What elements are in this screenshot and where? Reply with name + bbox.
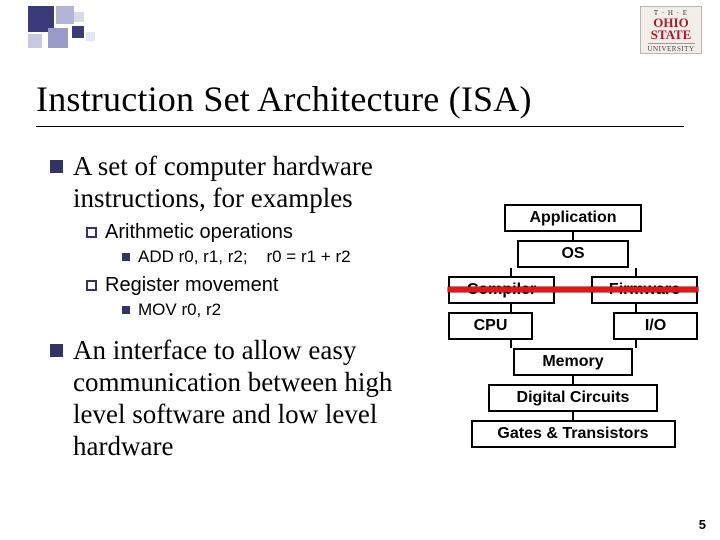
ohio-state-logo: T · H · E OHIO STATE UNIVERSITY	[640, 6, 702, 54]
layer-diagram: Application OS Compiler Firmware CPU I/O…	[448, 204, 698, 448]
corner-decoration	[28, 6, 148, 48]
small-square-bullet-icon	[122, 253, 130, 261]
square-bullet-icon	[50, 160, 63, 173]
bullet-1b: Register movement	[86, 273, 430, 297]
bullet-1: A set of computer hardware instructions,…	[50, 150, 430, 214]
diagram-box-gates-transistors: Gates & Transistors	[471, 420, 676, 448]
bullet-1a-i-text: ADD r0, r1, r2; r0 = r1 + r2	[138, 247, 351, 267]
diagram-box-application: Application	[504, 204, 642, 232]
slide-title: Instruction Set Architecture (ISA)	[36, 78, 684, 127]
hollow-square-bullet-icon	[86, 280, 97, 291]
logo-sub-text: UNIVERSITY	[648, 43, 695, 53]
bullet-2: An interface to allow easy communication…	[50, 334, 430, 462]
slide-body: A set of computer hardware instructions,…	[50, 150, 430, 464]
diagram-box-cpu: CPU	[448, 312, 533, 340]
diagram-box-digital-circuits: Digital Circuits	[488, 384, 658, 412]
diagram-box-memory: Memory	[513, 348, 633, 376]
bullet-2-text: An interface to allow easy communication…	[73, 334, 430, 462]
bullet-1a: Arithmetic operations	[86, 220, 430, 244]
page-number: 5	[699, 517, 706, 532]
slide: T · H · E OHIO STATE UNIVERSITY Instruct…	[0, 0, 720, 540]
diagram-red-underline	[448, 287, 698, 292]
logo-main-text: OHIO STATE	[651, 17, 692, 41]
square-bullet-icon	[50, 344, 63, 357]
bullet-1a-text: Arithmetic operations	[105, 220, 293, 244]
bullet-1-text: A set of computer hardware instructions,…	[73, 150, 430, 214]
bullet-1b-i: MOV r0, r2	[122, 300, 430, 320]
bullet-1a-i: ADD r0, r1, r2; r0 = r1 + r2	[122, 247, 430, 267]
hollow-square-bullet-icon	[86, 227, 97, 238]
small-square-bullet-icon	[122, 306, 130, 314]
bullet-1b-text: Register movement	[105, 273, 278, 297]
diagram-box-io: I/O	[613, 312, 698, 340]
diagram-box-os: OS	[517, 240, 630, 268]
bullet-1b-i-text: MOV r0, r2	[138, 300, 221, 320]
